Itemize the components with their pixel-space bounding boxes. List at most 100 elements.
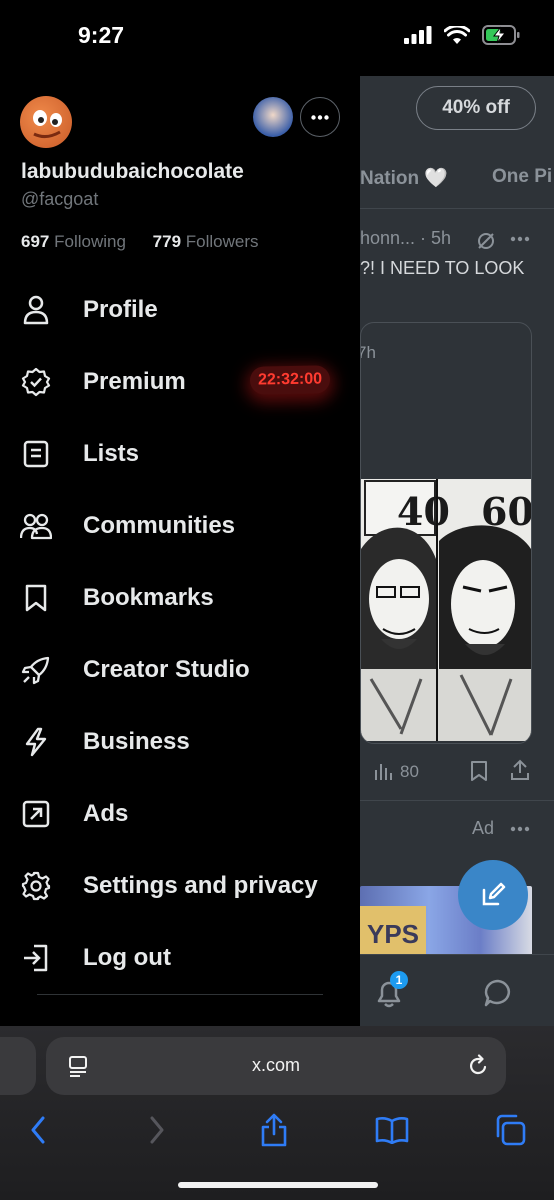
menu-item-bookmarks[interactable]: Bookmarks (0, 562, 360, 634)
clock: 9:27 (78, 22, 125, 48)
switch-account-avatar[interactable] (253, 97, 293, 137)
lightning-icon (20, 726, 52, 758)
chevron-left-icon (31, 1116, 45, 1144)
verified-badge-icon (20, 366, 52, 398)
following-count: 697 (21, 232, 50, 251)
menu-item-creator-studio[interactable]: Creator Studio (0, 634, 360, 706)
premium-timer-badge: 22:32:00 (249, 365, 331, 395)
menu-item-communities[interactable]: Communities (0, 490, 360, 562)
messages-icon[interactable] (482, 977, 514, 1009)
book-icon (375, 1117, 409, 1144)
notification-badge: 1 (390, 971, 408, 989)
ads-arrow-icon (20, 798, 52, 830)
username-handle: @facgoat (21, 189, 99, 209)
tab-one-piece[interactable]: One Pi (492, 166, 552, 188)
share-button[interactable] (256, 1112, 292, 1148)
views-count: 80 (400, 762, 419, 781)
menu-item-label: Bookmarks (83, 584, 214, 611)
side-drawer: labubudubaichocolate @facgoat 697 Follow… (0, 76, 360, 1026)
url-text: x.com (251, 1055, 300, 1075)
manga-number-40: 40 (397, 489, 450, 534)
bookmarks-button[interactable] (374, 1112, 410, 1148)
ad-label: Ad (472, 818, 530, 839)
person-icon (20, 294, 52, 326)
cellular-signal-icon (404, 26, 432, 44)
compose-icon (482, 882, 506, 906)
status-icons (404, 25, 520, 45)
notification-count: 1 (395, 973, 403, 987)
manga-image[interactable]: 40 60 (361, 479, 531, 741)
menu-item-label: Profile (83, 296, 158, 323)
feed-tabs: Nation 🤍 One Pi (360, 156, 554, 200)
bookmark-post-icon[interactable] (470, 760, 488, 782)
back-button[interactable] (20, 1112, 56, 1148)
feed-divider (360, 800, 554, 801)
forward-button[interactable] (139, 1112, 175, 1148)
quote-time: 7h (361, 343, 376, 362)
menu-item-label: Ads (83, 800, 129, 827)
share-post-icon[interactable] (510, 759, 530, 781)
post-meta: honn... · 5h (360, 228, 554, 249)
avatar-face (33, 110, 62, 139)
tabs-button[interactable] (492, 1112, 528, 1148)
menu-item-settings[interactable]: Settings and privacy (0, 850, 360, 922)
quoted-post-card[interactable]: 7h 40 60 (360, 322, 532, 744)
battery-charging-icon (482, 25, 520, 45)
communities-icon (20, 510, 52, 542)
tabs-icon (496, 1114, 526, 1146)
gear-icon (20, 870, 52, 902)
views-icon[interactable] (374, 764, 392, 780)
menu-item-log-out[interactable]: Log out (0, 922, 360, 994)
compose-button[interactable] (458, 860, 528, 930)
display-name[interactable]: labubudubaichocolate (21, 160, 244, 184)
logout-icon (20, 942, 52, 974)
more-icon (311, 114, 329, 120)
following-label: Following (54, 232, 126, 251)
menu-item-label: Settings and privacy (83, 872, 318, 899)
post-text: ?! I NEED TO LOOK (360, 258, 525, 278)
premium-offer-button[interactable]: 40% off (416, 86, 536, 130)
menu-item-label: Premium (83, 368, 186, 395)
bottom-tab-bar: 1 (360, 954, 554, 1026)
menu-item-business[interactable]: Business (0, 706, 360, 778)
feed-header: 40% off (360, 76, 554, 146)
post-more-icon[interactable] (510, 236, 530, 242)
followers-link[interactable]: 779 Followers (153, 232, 259, 251)
post-author-time: honn... · 5h (360, 228, 452, 248)
menu-item-label: Lists (83, 440, 140, 467)
menu-item-lists[interactable]: Lists (0, 418, 360, 490)
more-accounts-button[interactable] (300, 97, 340, 137)
background-feed[interactable]: 40% off Nation 🤍 One Pi honn... · 5h ?! … (360, 76, 554, 1026)
menu-item-label: Communities (83, 512, 236, 539)
menu-item-label: Creator Studio (83, 656, 250, 683)
tab-nation[interactable]: Nation 🤍 (360, 166, 448, 190)
follow-counts: 697 Following 779 Followers (21, 232, 259, 252)
following-link[interactable]: 697 Following (21, 232, 126, 251)
menu-item-label: Log out (83, 944, 171, 971)
chevron-right-icon (150, 1116, 164, 1144)
menu-item-profile[interactable]: Profile (0, 274, 360, 346)
post-actions: 80 (360, 756, 554, 786)
manga-drawing: 40 60 (361, 479, 531, 741)
share-icon (261, 1113, 287, 1147)
ad-text: Ad (472, 818, 495, 838)
list-icon (20, 438, 52, 470)
followers-count: 779 (152, 232, 182, 251)
safari-toolbar: x.com (0, 1026, 554, 1200)
status-bar: 9:27 (0, 0, 554, 76)
address-bar[interactable]: x.com (46, 1037, 506, 1095)
drawer-divider (37, 994, 323, 995)
grok-icon[interactable] (476, 231, 496, 251)
menu-item-label: Business (83, 728, 190, 755)
bookmark-icon (20, 582, 52, 614)
feed-divider (360, 208, 554, 209)
reload-icon[interactable] (466, 1054, 490, 1078)
menu-item-ads[interactable]: Ads (0, 778, 360, 850)
avatar[interactable] (20, 96, 72, 148)
previous-tab-peek[interactable] (0, 1037, 36, 1095)
ad-more-icon[interactable] (510, 826, 530, 832)
home-indicator[interactable] (178, 1182, 378, 1188)
wifi-icon (444, 25, 470, 44)
menu-item-premium[interactable]: Premium 22:32:00 (0, 346, 360, 418)
followers-label: Followers (185, 232, 259, 251)
